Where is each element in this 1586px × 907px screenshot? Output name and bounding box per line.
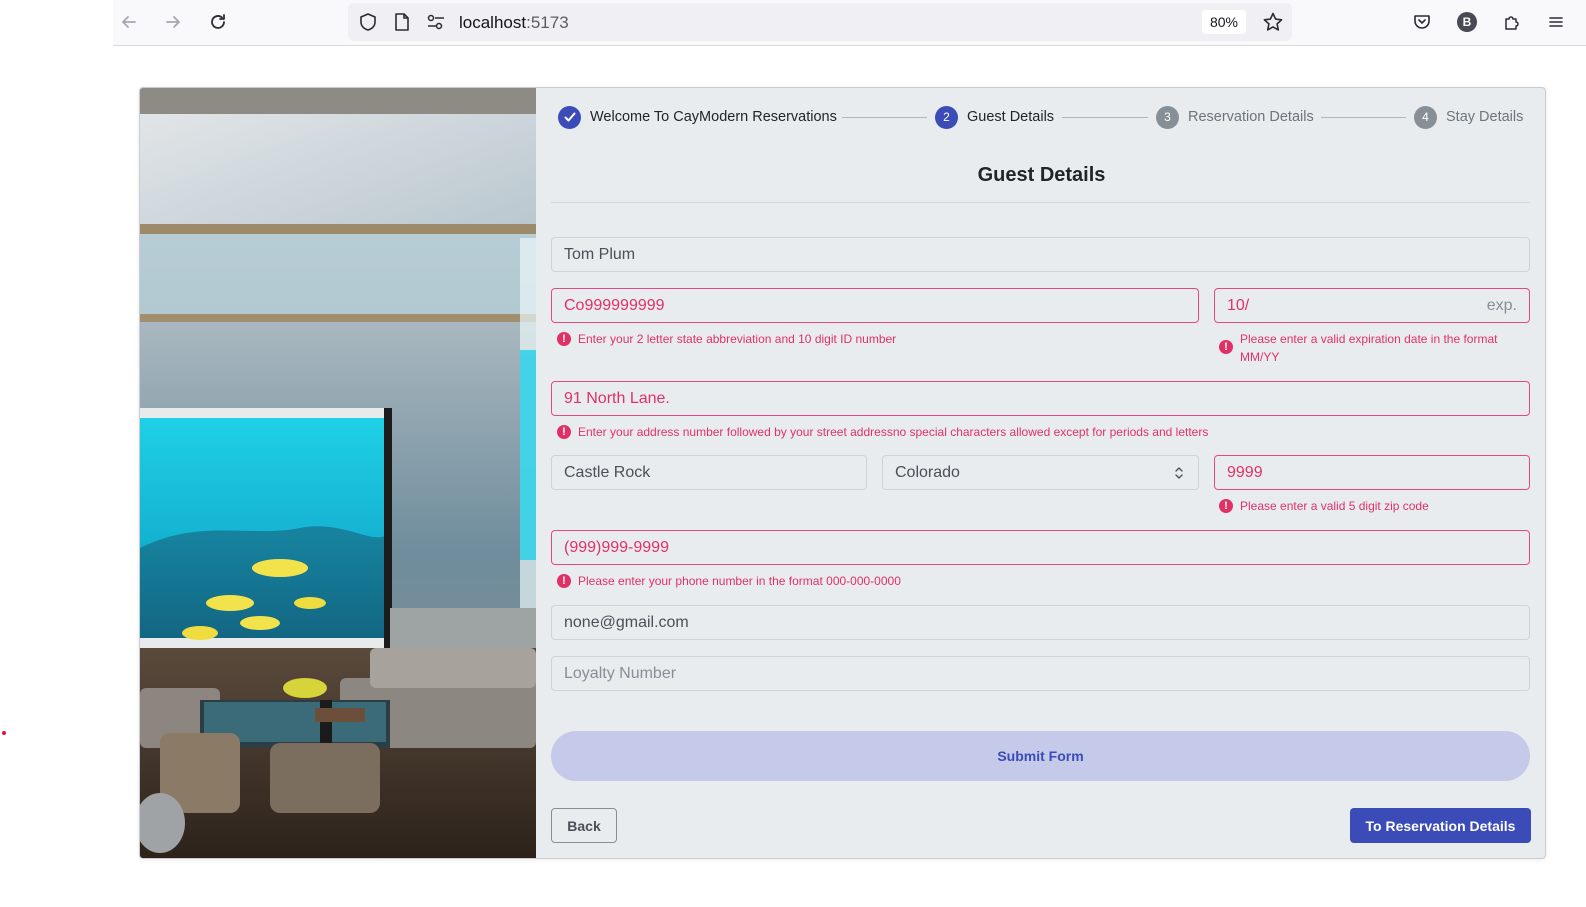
error-text: Please enter your phone number in the fo…	[578, 574, 901, 588]
step-connector	[1062, 117, 1148, 118]
loyalty-field[interactable]	[551, 656, 1530, 691]
loyalty-input[interactable]	[552, 657, 1529, 690]
back-button[interactable]: Back	[551, 808, 617, 843]
email-field[interactable]	[551, 605, 1530, 640]
step-guest-details[interactable]: 2 Guest Details	[935, 104, 1054, 130]
expiration-field[interactable]: exp.	[1214, 288, 1530, 323]
expiration-input[interactable]	[1215, 289, 1529, 322]
step-number: 3	[1156, 105, 1179, 129]
step-connector	[1321, 117, 1406, 118]
error-icon: !	[1219, 340, 1233, 354]
browser-toolbar: localhost:5173 80% B	[113, 0, 1586, 46]
page-icon[interactable]	[393, 12, 411, 37]
bookmark-star-icon[interactable]	[1262, 11, 1284, 38]
id-number-input[interactable]	[552, 289, 1198, 322]
zip-error: ! Please enter a valid 5 digit zip code	[1219, 497, 1529, 515]
state-select-value[interactable]: Colorado	[883, 456, 1198, 489]
step-welcome[interactable]: Welcome To CayModern Reservations	[558, 104, 837, 130]
phone-input[interactable]	[552, 531, 1529, 564]
zoom-level[interactable]: 80%	[1201, 10, 1246, 34]
step-connector	[842, 117, 927, 118]
account-avatar[interactable]: B	[1454, 9, 1480, 35]
step-number: 2	[935, 105, 958, 129]
error-icon: !	[557, 332, 571, 346]
email-input[interactable]	[552, 606, 1529, 639]
step-label: Stay Details	[1446, 109, 1524, 125]
phone-error: ! Please enter your phone number in the …	[557, 572, 1527, 590]
guest-details-form: Welcome To CayModern Reservations 2 Gues…	[536, 88, 1545, 858]
back-arrow-icon[interactable]	[115, 8, 143, 36]
menu-icon[interactable]	[1543, 9, 1569, 35]
progress-stepper: Welcome To CayModern Reservations 2 Gues…	[558, 104, 1524, 130]
submit-form-button[interactable]: Submit Form	[551, 731, 1530, 781]
error-text: Enter your 2 letter state abbreviation a…	[578, 332, 897, 346]
zip-field[interactable]	[1214, 455, 1530, 490]
error-icon: !	[1219, 499, 1233, 513]
id-number-error: ! Enter your 2 letter state abbreviation…	[557, 330, 1197, 348]
step-label: Welcome To CayModern Reservations	[590, 109, 837, 125]
error-icon: !	[557, 425, 571, 439]
id-number-field[interactable]	[551, 288, 1199, 323]
forward-arrow-icon[interactable]	[159, 8, 187, 36]
error-text: Please enter a valid expiration date in …	[1240, 332, 1498, 364]
city-field[interactable]	[551, 455, 867, 490]
address-field[interactable]	[551, 381, 1530, 416]
reservation-card: Welcome To CayModern Reservations 2 Gues…	[139, 87, 1546, 859]
city-input[interactable]	[552, 456, 866, 489]
address-bar[interactable]: localhost:5173 80%	[348, 3, 1292, 41]
step-label: Guest Details	[967, 109, 1055, 125]
step-stay-details[interactable]: 4 Stay Details	[1414, 104, 1523, 130]
avatar-icon: B	[1457, 12, 1477, 32]
error-text: Enter your address number followed by yo…	[578, 425, 1209, 439]
divider	[551, 202, 1530, 203]
url-text[interactable]: localhost:5173	[459, 13, 569, 33]
expiration-suffix: exp.	[1486, 297, 1517, 314]
hero-image	[140, 88, 536, 858]
form-title: Guest Details	[977, 164, 1106, 186]
error-text: Please enter a valid 5 digit zip code	[1240, 499, 1429, 513]
expiration-error: ! Please enter a valid expiration date i…	[1219, 330, 1529, 366]
step-label: Reservation Details	[1188, 109, 1314, 125]
name-field[interactable]	[551, 237, 1530, 272]
step-number: 4	[1414, 105, 1437, 129]
address-input[interactable]	[552, 382, 1529, 415]
reload-icon[interactable]	[204, 8, 232, 36]
zip-input[interactable]	[1215, 456, 1529, 489]
address-error: ! Enter your address number followed by …	[557, 423, 1527, 441]
check-icon	[558, 105, 581, 129]
name-input[interactable]	[552, 238, 1529, 271]
shield-icon[interactable]	[358, 12, 378, 37]
to-reservation-details-button[interactable]: To Reservation Details	[1350, 808, 1531, 843]
select-chevrons-icon	[1175, 467, 1183, 479]
state-select[interactable]: Colorado	[882, 455, 1199, 490]
phone-field[interactable]	[551, 530, 1530, 565]
pocket-icon[interactable]	[1409, 9, 1435, 35]
cursor-dot	[2, 731, 6, 735]
step-reservation-details[interactable]: 3 Reservation Details	[1156, 104, 1314, 130]
extensions-icon[interactable]	[1499, 9, 1525, 35]
error-icon: !	[557, 574, 571, 588]
permissions-icon[interactable]	[426, 13, 446, 36]
